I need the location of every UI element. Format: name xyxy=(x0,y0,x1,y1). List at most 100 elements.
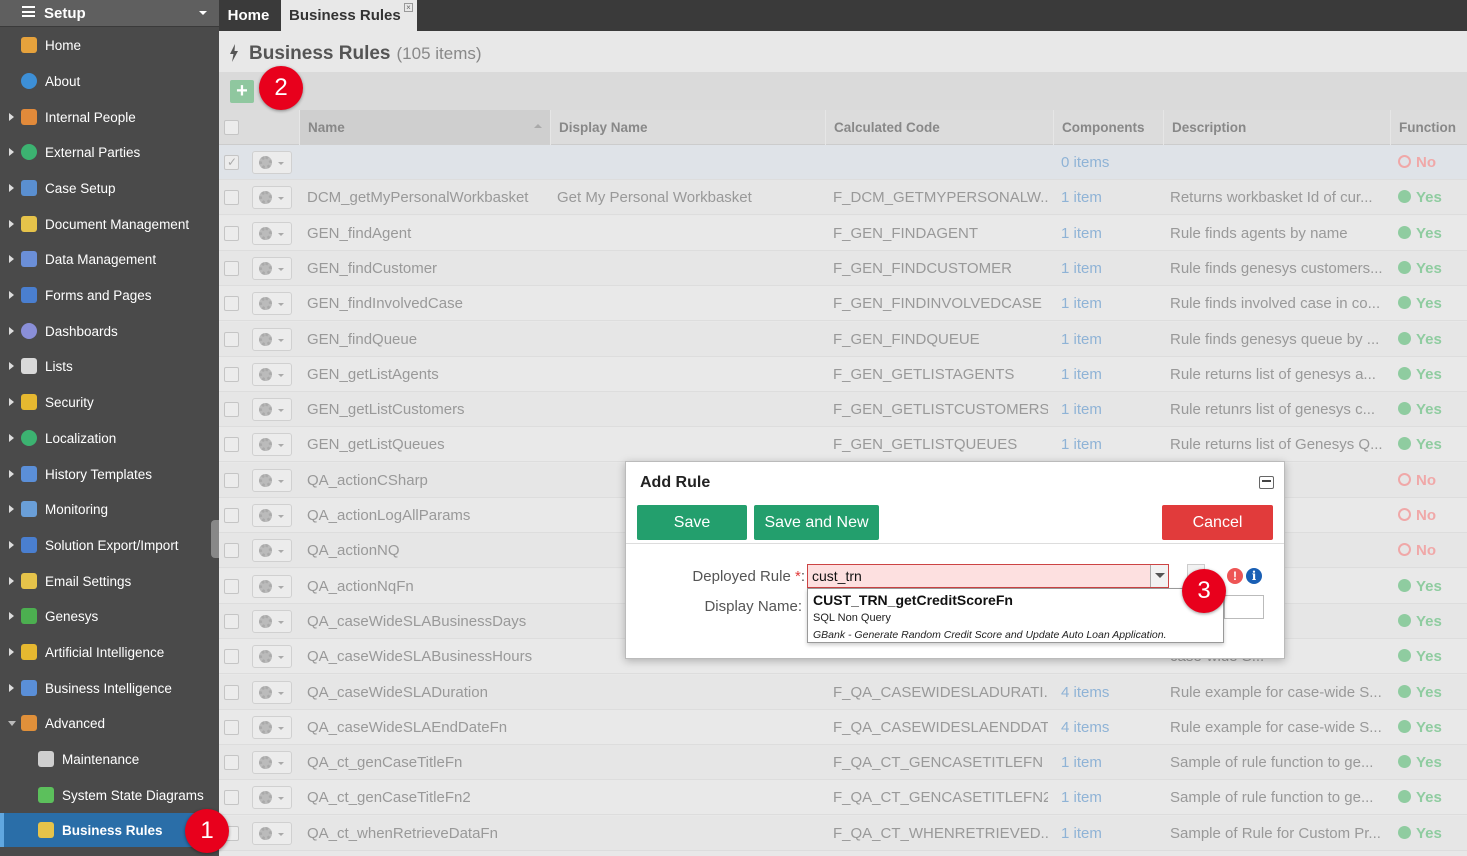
cell-components-link[interactable]: 1 item xyxy=(1061,251,1161,286)
close-icon[interactable]: × xyxy=(404,3,413,12)
sidebar-item-security[interactable]: Security xyxy=(0,385,219,419)
table-row[interactable]: GEN_getListAgents F_GEN_GETLISTAGENTS 1 it… xyxy=(219,356,1467,392)
sidebar-item-artificial-intelligence[interactable]: Artificial Intelligence xyxy=(0,635,219,669)
cell-components-link[interactable]: 1 item xyxy=(1061,816,1161,851)
sidebar-item-external-parties[interactable]: External Parties xyxy=(0,135,219,169)
save-and-new-button[interactable]: Save and New xyxy=(754,505,879,540)
table-row[interactable]: GEN_findCustomer F_GEN_FINDCUSTOMER 1 item… xyxy=(219,250,1467,286)
table-row[interactable]: QA_ct_genCaseTitleFn2 F_QA_CT_GENCASETITL… xyxy=(219,780,1467,816)
chevron-right-icon[interactable] xyxy=(9,220,14,228)
row-checkbox[interactable] xyxy=(224,402,239,418)
row-checkbox[interactable] xyxy=(224,296,239,312)
sidebar-header[interactable]: Setup xyxy=(0,0,219,27)
sidebar-item-email-settings[interactable]: Email Settings xyxy=(0,564,219,598)
row-actions-button[interactable] xyxy=(252,715,292,739)
row-checkbox[interactable] xyxy=(224,190,239,206)
chevron-down-icon[interactable] xyxy=(199,11,207,15)
sidebar-item-maintenance[interactable]: Maintenance xyxy=(0,742,219,776)
row-checkbox[interactable] xyxy=(224,790,239,806)
chevron-right-icon[interactable] xyxy=(9,184,14,192)
row-actions-button[interactable] xyxy=(252,327,292,351)
row-checkbox[interactable] xyxy=(224,155,239,170)
chevron-right-icon[interactable] xyxy=(9,255,14,263)
column-header-display-name[interactable]: Display Name xyxy=(550,110,825,145)
cell-components-link[interactable]: 4 items xyxy=(1061,675,1161,710)
chevron-right-icon[interactable] xyxy=(9,648,14,656)
cell-components-link[interactable]: 0 items xyxy=(1061,145,1161,180)
row-checkbox[interactable] xyxy=(224,543,239,559)
chevron-right-icon[interactable] xyxy=(9,505,14,513)
sidebar-item-lists[interactable]: Lists xyxy=(0,349,219,383)
column-header-description[interactable]: Description xyxy=(1163,110,1390,145)
chevron-right-icon[interactable] xyxy=(9,684,14,692)
sidebar-item-business-intelligence[interactable]: Business Intelligence xyxy=(0,671,219,705)
row-actions-button[interactable] xyxy=(252,398,292,422)
row-actions-button[interactable] xyxy=(252,574,292,598)
cancel-button[interactable]: Cancel xyxy=(1162,505,1273,540)
tab-business-rules[interactable]: Business Rules × xyxy=(281,0,417,31)
table-row[interactable]: GEN_getListQueues F_GEN_GETLISTQUEUES 1 it… xyxy=(219,427,1467,463)
sidebar-item-case-setup[interactable]: Case Setup xyxy=(0,171,219,205)
chevron-down-icon[interactable] xyxy=(1150,565,1168,587)
menu-icon[interactable] xyxy=(22,6,35,17)
sidebar-item-home[interactable]: Home xyxy=(0,28,219,62)
table-row[interactable]: GEN_findAgent F_GEN_FINDAGENT 1 item Rule f… xyxy=(219,215,1467,251)
chevron-right-icon[interactable] xyxy=(9,541,14,549)
table-row[interactable]: QA_ct_whenRetrieveDataFn F_QA_CT_WHENRETR… xyxy=(219,815,1467,851)
row-checkbox[interactable] xyxy=(224,366,239,382)
chevron-right-icon[interactable] xyxy=(9,113,14,121)
cell-components-link[interactable]: 1 item xyxy=(1061,780,1161,815)
sidebar-item-solution-export-import[interactable]: Solution Export/Import xyxy=(0,528,219,562)
sidebar-item-monitoring[interactable]: Monitoring xyxy=(0,492,219,526)
column-header-function[interactable]: Function xyxy=(1390,110,1467,145)
sidebar-item-dashboards[interactable]: Dashboards xyxy=(0,314,219,348)
cell-components-link[interactable]: 1 item xyxy=(1061,322,1161,357)
row-actions-button[interactable] xyxy=(252,256,292,280)
cell-components-link[interactable]: 1 item xyxy=(1061,216,1161,251)
chevron-down-icon[interactable] xyxy=(8,720,16,726)
deployed-rule-combobox[interactable]: cust_trn xyxy=(807,564,1169,588)
row-actions-button[interactable] xyxy=(252,786,292,810)
cell-components-link[interactable]: 1 item xyxy=(1061,745,1161,780)
info-icon[interactable]: i xyxy=(1246,568,1262,584)
sidebar-item-system-state-diagrams[interactable]: System State Diagrams xyxy=(0,778,219,812)
sidebar-item-history-templates[interactable]: History Templates xyxy=(0,457,219,491)
table-row[interactable]: 0 items No xyxy=(219,145,1467,180)
table-row[interactable]: GEN_getListCustomers F_GEN_GETLISTCUSTOME… xyxy=(219,392,1467,428)
row-checkbox[interactable] xyxy=(224,225,239,241)
row-actions-button[interactable] xyxy=(252,539,292,563)
row-actions-button[interactable] xyxy=(252,186,292,210)
sidebar-collapse-handle[interactable] xyxy=(211,520,219,558)
row-checkbox[interactable] xyxy=(224,260,239,276)
cell-components-link[interactable]: 1 item xyxy=(1061,357,1161,392)
row-checkbox[interactable] xyxy=(224,719,239,735)
row-actions-button[interactable] xyxy=(252,821,292,845)
sidebar-item-internal-people[interactable]: Internal People xyxy=(0,100,219,134)
row-checkbox[interactable] xyxy=(224,472,239,488)
row-checkbox[interactable] xyxy=(224,578,239,594)
chevron-right-icon[interactable] xyxy=(9,577,14,585)
cell-components-link[interactable]: 1 item xyxy=(1061,392,1161,427)
row-checkbox[interactable] xyxy=(224,508,239,523)
row-checkbox[interactable] xyxy=(224,331,239,347)
cell-components-link[interactable]: 1 item xyxy=(1061,286,1161,321)
deployed-rule-input[interactable]: cust_trn xyxy=(812,568,862,584)
save-button[interactable]: Save xyxy=(637,505,747,540)
sidebar-item-about[interactable]: About xyxy=(0,64,219,98)
row-actions-button[interactable] xyxy=(252,680,292,704)
table-row[interactable]: QA_caseWideSLAEndDateFn F_QA_CASEWIDESLAE… xyxy=(219,709,1467,745)
row-checkbox[interactable] xyxy=(224,437,239,453)
table-row[interactable]: GEN_findInvolvedCase F_GEN_FINDINVOLVEDCA… xyxy=(219,286,1467,322)
maximize-icon[interactable] xyxy=(1259,476,1274,489)
chevron-right-icon[interactable] xyxy=(9,434,14,442)
row-checkbox[interactable] xyxy=(224,649,239,665)
chevron-right-icon[interactable] xyxy=(9,612,14,620)
chevron-right-icon[interactable] xyxy=(9,398,14,406)
row-actions-button[interactable] xyxy=(252,751,292,775)
row-actions-button[interactable] xyxy=(252,504,292,527)
tab-home[interactable]: Home xyxy=(219,0,278,31)
sidebar-item-document-management[interactable]: Document Management xyxy=(0,207,219,241)
row-actions-button[interactable] xyxy=(252,151,292,174)
sidebar-item-forms-and-pages[interactable]: Forms and Pages xyxy=(0,278,219,312)
sidebar-item-data-management[interactable]: Data Management xyxy=(0,242,219,276)
